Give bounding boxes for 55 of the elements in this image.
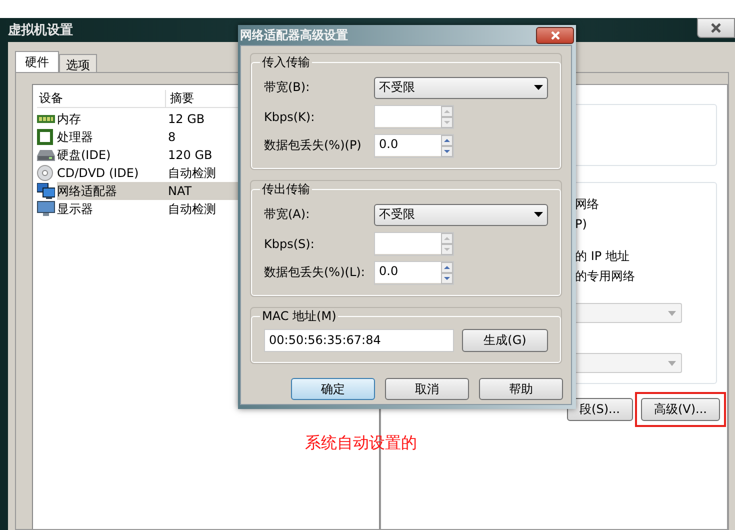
button[interactable]: 段(S)...: [566, 398, 633, 421]
close-icon: [710, 23, 722, 33]
mac-address-field[interactable]: 00:50:56:35:67:84: [264, 329, 454, 352]
disc-icon: [37, 165, 53, 181]
device-name: 处理器: [57, 128, 94, 146]
device-summary: 自动检测: [168, 164, 216, 182]
option-text: P): [575, 216, 588, 233]
monitor-icon: [37, 201, 55, 217]
device-name: 网络适配器: [57, 182, 118, 200]
device-summary: NAT: [168, 184, 192, 198]
option-text: 的 IP 地址: [575, 248, 630, 265]
column-header[interactable]: 设备: [37, 90, 166, 106]
network-icon: [37, 183, 55, 199]
device-summary: 120 GB: [168, 148, 212, 162]
field-label: Kbps(K):: [264, 110, 316, 124]
dropdown-arrow-icon: [668, 310, 676, 316]
annotation-text: 系统自动设置的: [305, 433, 417, 454]
group-title: 传出传输: [261, 181, 311, 198]
close-button[interactable]: [536, 26, 574, 44]
chip-icon: [37, 129, 53, 145]
memory-icon: [37, 112, 55, 126]
field-label: Kbps(S):: [264, 236, 316, 250]
field-label: 数据包丢失(%)(P): [264, 137, 362, 154]
field-label: 带宽(A):: [264, 206, 311, 223]
device-name: 内存: [57, 110, 82, 128]
device-name: CD/DVD (IDE): [57, 166, 140, 180]
device-name: 显示器: [57, 200, 94, 218]
window-title: 虚拟机设置: [8, 22, 73, 39]
field-label: 数据包丢失(%)(L):: [264, 264, 366, 281]
dropdown-arrow-icon: [534, 212, 543, 217]
dropdown[interactable]: 不受限: [374, 204, 548, 226]
dialog-title: 网络适配器高级设置: [240, 26, 348, 44]
dropdown[interactable]: 不受限: [374, 76, 548, 98]
button[interactable]: 高级(V)...: [640, 398, 720, 421]
dialog-button[interactable]: 确定: [291, 378, 375, 400]
group-title: 传入传输: [261, 54, 311, 71]
device-summary: 12 GB: [168, 112, 205, 126]
option-text: 的专用网络: [575, 268, 636, 285]
device-summary: 8: [168, 130, 176, 144]
dialog-button[interactable]: 帮助: [479, 378, 563, 400]
device-summary: 自动检测: [168, 200, 216, 218]
tab[interactable]: 硬件: [15, 51, 59, 72]
dropdown-arrow-icon: [668, 360, 676, 366]
group-title: MAC 地址(M): [261, 308, 338, 325]
dropdown-arrow-icon: [534, 85, 543, 90]
hard-drive-icon: [37, 148, 55, 162]
close-button[interactable]: [697, 18, 735, 38]
close-icon: [550, 30, 560, 40]
tab[interactable]: 选项: [59, 54, 97, 72]
option-text: 网络: [575, 196, 600, 213]
device-name: 硬盘(IDE): [57, 146, 112, 164]
dialog-button[interactable]: 取消: [385, 378, 469, 400]
field-label: 带宽(B):: [264, 79, 311, 96]
generate-button[interactable]: 生成(G): [462, 329, 548, 352]
column-header[interactable]: 摘要: [166, 90, 194, 106]
